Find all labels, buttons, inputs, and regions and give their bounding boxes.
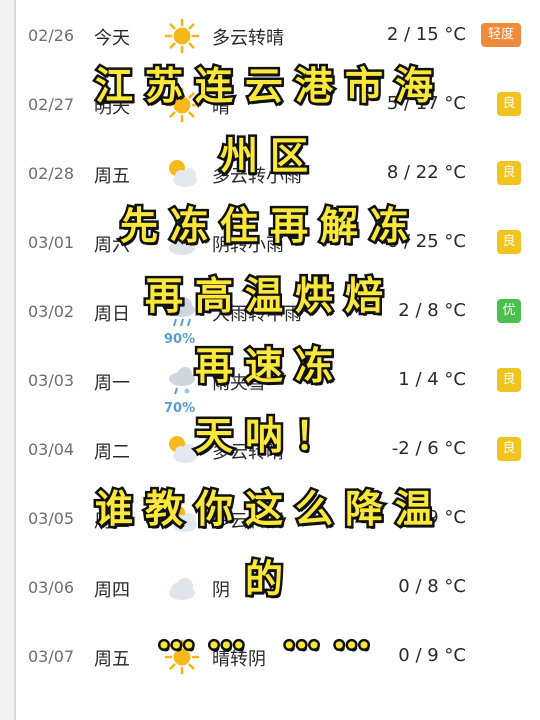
forecast-date: 03/05 [28,509,75,528]
forecast-day: 周六 [94,235,130,256]
sun-icon [164,87,200,123]
forecast-condition: 大雨转中雨 [212,304,302,325]
aqi-badge: 良 [497,437,521,461]
forecast-condition: 雨夹雪 [212,373,266,394]
forecast-date: 03/04 [28,440,75,459]
rain-icon [164,294,200,330]
forecast-date: 03/01 [28,233,75,252]
forecast-condition: 晴 [212,97,230,118]
forecast-temperature: 2 / 15 °C [386,24,466,45]
forecast-condition: 多云转阴 [212,511,284,532]
forecast-row[interactable]: 03/05 周三 多云转阴 0 / 9 °C [0,489,540,558]
forecast-day: 周五 [94,166,130,187]
forecast-day: 周三 [94,511,130,532]
sun-icon [164,639,200,675]
forecast-row[interactable]: 03/07 周五 晴转阴 0 / 9 °C [0,627,540,696]
forecast-temperature: 8 / 22 °C [386,162,466,183]
forecast-condition: 阴 [212,580,230,601]
sun-icon [164,18,200,54]
forecast-row[interactable]: 02/26 今天 多云转晴 2 / 15 °C 轻度 [0,6,540,75]
forecast-temperature: 6 / 25 °C [386,231,466,252]
forecast-day: 周二 [94,442,130,463]
forecast-temperature: 0 / 8 °C [398,576,466,597]
forecast-temperature: -2 / 6 °C [391,438,466,459]
forecast-temperature: 0 / 9 °C [398,645,466,666]
partly-cloudy-icon [164,432,200,468]
forecast-temperature: 5 / 17 °C [386,93,466,114]
cloud-icon [164,225,200,261]
precipitation-chance: 90% [164,332,196,347]
aqi-badge: 优 [497,299,521,323]
partly-cloudy-icon [164,156,200,192]
forecast-condition: 阴转小雨 [212,235,284,256]
forecast-day: 周日 [94,304,130,325]
forecast-row[interactable]: 03/03 周一 雨夹雪 1 / 4 °C 良 70% [0,351,540,420]
aqi-badge: 良 [497,92,521,116]
forecast-row[interactable]: 03/06 周四 阴 0 / 8 °C [0,558,540,627]
precipitation-chance: 70% [164,401,196,416]
forecast-temperature: 1 / 4 °C [398,369,466,390]
partly-cloudy-icon [164,501,200,537]
aqi-badge: 良 [497,230,521,254]
forecast-day: 周一 [94,373,130,394]
forecast-temperature: 0 / 9 °C [398,507,466,528]
forecast-temperature: 2 / 8 °C [398,300,466,321]
forecast-row[interactable]: 02/28 周五 多云转小雨 8 / 22 °C 良 [0,144,540,213]
aqi-badge: 良 [497,161,521,185]
forecast-row[interactable]: 02/27 明天 晴 5 / 17 °C 良 [0,75,540,144]
forecast-day: 今天 [94,28,130,49]
forecast-date: 03/03 [28,371,75,390]
snow-icon [164,363,200,399]
forecast-date: 03/07 [28,647,75,666]
aqi-badge: 良 [497,368,521,392]
forecast-condition: 多云转晴 [212,28,284,49]
forecast-date: 03/02 [28,302,75,321]
aqi-badge: 轻度 [481,23,521,47]
forecast-day: 周五 [94,649,130,670]
forecast-condition: 多云转小雨 [212,166,302,187]
forecast-row[interactable]: 03/02 周日 大雨转中雨 2 / 8 °C 优 90% [0,282,540,351]
forecast-date: 02/28 [28,164,75,183]
forecast-date: 02/26 [28,26,75,45]
forecast-row[interactable]: 03/01 周六 阴转小雨 6 / 25 °C 良 [0,213,540,282]
forecast-condition: 多云转晴 [212,442,284,463]
forecast-date: 03/06 [28,578,75,597]
forecast-day: 周四 [94,580,130,601]
forecast-row[interactable]: 03/04 周二 多云转晴 -2 / 6 °C 良 [0,420,540,489]
forecast-day: 明天 [94,97,130,118]
cloud-icon [164,570,200,606]
forecast-date: 02/27 [28,95,75,114]
forecast-condition: 晴转阴 [212,649,266,670]
